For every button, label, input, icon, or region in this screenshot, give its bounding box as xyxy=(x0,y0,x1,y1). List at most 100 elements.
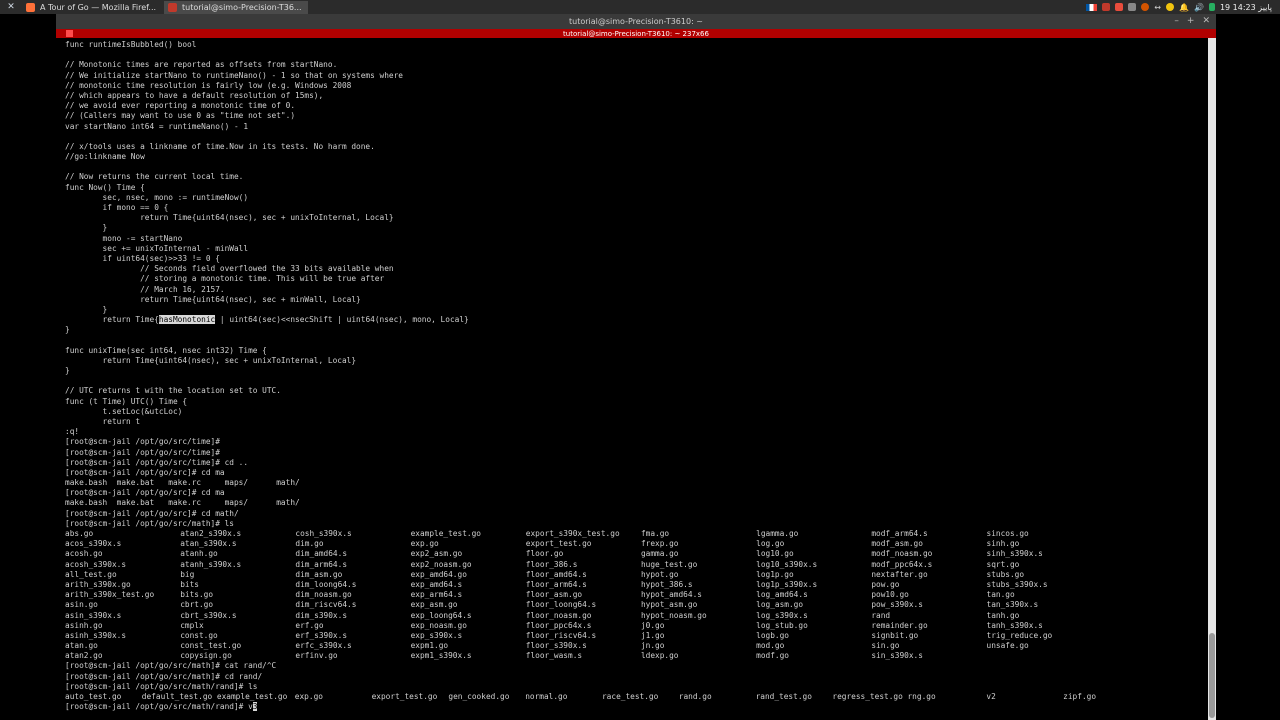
terminal-output[interactable]: func runtimeIsBubbled() bool // Monotonic… xyxy=(56,38,1208,720)
clock[interactable]: 19 پاییز 14:23 xyxy=(1220,3,1272,12)
ls-entry: sinh.go xyxy=(986,539,1020,549)
scrollbar-thumb[interactable] xyxy=(1209,633,1215,718)
ls-entry: j0.go xyxy=(640,620,665,630)
window-controls: – + ✕ xyxy=(1174,16,1210,26)
ls-entry: hypot_noasm.go xyxy=(640,610,707,620)
tab-menu-icon[interactable] xyxy=(66,30,73,37)
ls-entry: bits.go xyxy=(180,590,214,600)
ls-row: asin_s390x.s cbrt_s390x.s dim_s390x.s exp_l… xyxy=(65,611,1208,621)
taskbar-item-label: tutorial@simo-Precision-T36... xyxy=(182,2,302,12)
ls-entry: asin_s390x.s xyxy=(65,610,122,620)
ls-entry: sqrt.go xyxy=(986,559,1020,569)
window-title: tutorial@simo-Precision-T3610: ~ xyxy=(568,17,704,26)
terminal-line: [root@scm-jail /opt/go/src/math]# cat ra… xyxy=(65,661,277,671)
code-line: func Now() Time { xyxy=(65,182,145,192)
ls-entry xyxy=(987,651,1102,661)
terminal-line: [root@scm-jail /opt/go/src/math]# ls xyxy=(65,518,234,528)
ls-entry: expm1_s390x.s xyxy=(410,651,472,661)
ls-entry: acos_s390x.s xyxy=(65,539,122,549)
app-indicator-icon[interactable] xyxy=(1102,3,1111,11)
ls-entry: exp_loong64.s xyxy=(410,610,472,620)
ls-entry: floor_386.s xyxy=(525,559,578,569)
code-line: // March 16, 2157. xyxy=(65,284,225,294)
ls-entry: dim_arm64.s xyxy=(295,559,348,569)
terminal-line: // UTC returns t with the location set t… xyxy=(65,386,281,396)
ls-row: auto_test.go default_test.go example_test… xyxy=(65,692,1208,702)
ls-row: acosh_s390x.s atanh_s390x.s dim_arm64.s exp… xyxy=(65,560,1208,570)
ls-entry: atan_s390x.s xyxy=(180,539,237,549)
updates-icon[interactable] xyxy=(1166,3,1174,11)
close-icon[interactable]: ✕ xyxy=(1202,16,1210,26)
minimize-icon[interactable]: – xyxy=(1174,16,1179,26)
code-line: // (Callers may want to use 0 as "time n… xyxy=(65,111,296,121)
ls-entry: zipf.go xyxy=(1063,692,1097,701)
ls-entry: pow10.go xyxy=(871,590,909,600)
terminal-line: make.bash make.bat make.rc maps/ math/ xyxy=(65,498,300,508)
ls-entry: hypot_asm.go xyxy=(640,600,698,610)
tab-title[interactable]: tutorial@simo-Precision-T3610: ~ 237x66 xyxy=(563,30,709,38)
ls-entry: tanh.go xyxy=(986,610,1020,620)
ls-entry: floor_amd64.s xyxy=(525,569,587,579)
code-line: // Seconds field overflowed the 33 bits … xyxy=(65,264,394,274)
ls-entry: floor_riscv64.s xyxy=(525,630,597,640)
terminal-line: [root@scm-jail /opt/go/src/time]# cd .. xyxy=(65,457,249,467)
terminal-line: :q! xyxy=(65,427,80,437)
ls-entry: log_asm.go xyxy=(756,600,804,610)
code-line: } xyxy=(65,223,108,233)
code-line: //go:linkname Now xyxy=(65,152,145,162)
ls-entry: log.go xyxy=(756,539,785,549)
video-icon[interactable] xyxy=(1128,3,1137,11)
window-titlebar[interactable]: tutorial@simo-Precision-T3610: ~ – + ✕ xyxy=(56,14,1216,29)
network-icon[interactable]: ↔ xyxy=(1154,3,1161,12)
notification-bell-icon[interactable]: 🔔 xyxy=(1179,3,1189,12)
terminal-line: t.setLoc(&utcLoc) xyxy=(65,406,183,416)
code-line: var startNano int64 = runtimeNano() - 1 xyxy=(65,121,249,131)
maximize-icon[interactable]: + xyxy=(1187,16,1195,26)
taskbar-item-terminal[interactable]: tutorial@simo-Precision-T36... xyxy=(164,0,308,14)
ls-entry: atan2.go xyxy=(65,651,103,661)
terminal-line: [root@scm-jail /opt/go/src]# cd math/ xyxy=(65,508,239,518)
ls-entry: const_test.go xyxy=(180,641,242,651)
ls-entry: asin.go xyxy=(65,600,98,610)
ls-entry: expm1.go xyxy=(410,641,449,651)
app-tray-icon[interactable] xyxy=(1141,3,1150,11)
keyboard-layout-flag-icon[interactable] xyxy=(1086,3,1098,11)
ls-entry: cbrt.go xyxy=(180,600,214,610)
app-menu-icon[interactable]: ✕ xyxy=(0,2,22,12)
ls-entry: logb.go xyxy=(756,630,789,640)
code-line: sec, nsec, mono := runtimeNow() xyxy=(65,192,249,202)
screen-recorder-icon[interactable] xyxy=(1115,3,1124,11)
code-text: | uint64(sec)<<nsecShift | uint64(nsec),… xyxy=(215,315,469,325)
terminal-line: make.bash make.bat make.rc maps/ math/ xyxy=(65,478,300,488)
ls-entry: hypot_amd64.s xyxy=(640,590,702,600)
code-line: mono -= startNano xyxy=(65,233,183,243)
terminal-line: [root@scm-jail /opt/go/src/time]# xyxy=(65,437,220,447)
ls-entry: floor_noasm.go xyxy=(525,610,592,620)
terminal-line: return Time{uint64(nsec), sec + unixToIn… xyxy=(65,355,357,365)
terminal-scrollbar[interactable] xyxy=(1208,38,1216,720)
ls-entry: regress_test.go rng.go xyxy=(832,692,936,701)
code-line: // which appears to have a default resol… xyxy=(65,90,324,100)
ls-entry: lgamma.go xyxy=(756,529,799,538)
ls-entry: floor_arm64.s xyxy=(525,579,587,589)
ls-entry: tan.go xyxy=(986,590,1015,600)
taskbar-item-firefox[interactable]: A Tour of Go — Mozilla Firef... xyxy=(22,1,162,14)
ls-entry: bits xyxy=(180,579,199,589)
ls-entry: modf_arm64.s xyxy=(871,529,928,538)
ls-entry: unsafe.go xyxy=(986,641,1029,651)
text-cursor: 3 xyxy=(252,702,258,712)
shell-prompt[interactable]: [root@scm-jail /opt/go/src/math/rand]# v… xyxy=(65,702,1208,712)
ls-entry: atan2_s390x.s xyxy=(180,529,242,538)
ls-row: asinh_s390x.s const.go erf_s390x.s exp_s390… xyxy=(65,631,1208,641)
ls-entry: stubs.go xyxy=(986,569,1025,579)
ls-entry: exp_amd64.s xyxy=(410,579,463,589)
battery-icon[interactable] xyxy=(1208,3,1215,11)
volume-icon[interactable]: 🔊 xyxy=(1194,3,1204,12)
ls-entry: const.go xyxy=(180,630,218,640)
ls-entry: floor_asm.go xyxy=(525,590,583,600)
terminal-line: [root@scm-jail /opt/go/src]# cd ma xyxy=(65,467,225,477)
ls-entry: mod.go xyxy=(756,641,785,651)
ls-entry: exp_amd64.go xyxy=(410,569,467,579)
ls-entry: tanh_s390x.s xyxy=(986,620,1043,630)
